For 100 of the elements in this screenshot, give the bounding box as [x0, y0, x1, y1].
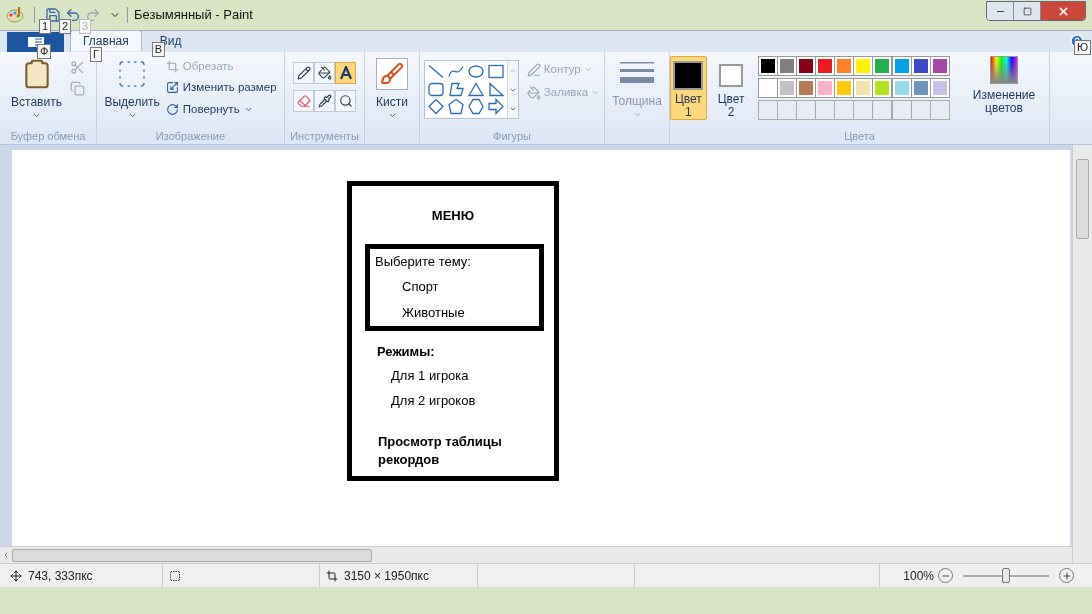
crop-icon	[165, 60, 179, 74]
select-button[interactable]: Выделить	[104, 58, 160, 128]
tool-button[interactable]	[314, 62, 335, 84]
save-icon[interactable]	[45, 7, 61, 23]
topic-option: Спорт	[402, 277, 539, 297]
undo-icon[interactable]	[65, 7, 81, 23]
paste-button[interactable]: Вставить	[11, 58, 62, 128]
palette-swatch[interactable]	[776, 56, 797, 76]
palette-swatch[interactable]	[929, 78, 950, 98]
window-title: Безымянный - Paint	[134, 6, 253, 25]
resize-button[interactable]: Изменить размер	[165, 79, 277, 97]
zoom-slider-thumb[interactable]	[1002, 567, 1010, 583]
keytip: 1	[39, 19, 52, 34]
eraser-icon	[296, 94, 311, 108]
minimize-button[interactable]	[987, 2, 1014, 20]
cursor-position-icon	[10, 569, 22, 582]
shape-icon[interactable]	[466, 80, 485, 98]
ribbon-tab[interactable]: Главная	[70, 30, 142, 51]
mode-option: Для 1 игрока	[391, 366, 554, 386]
pencil-icon	[296, 66, 311, 80]
palette-swatch[interactable]	[929, 56, 950, 76]
bucket-icon	[526, 85, 541, 100]
horizontal-scrollbar-thumb[interactable]	[12, 548, 372, 562]
palette-swatch[interactable]	[853, 56, 874, 76]
shape-icon[interactable]	[446, 63, 465, 80]
palette-swatch[interactable]	[814, 56, 835, 76]
modes-heading: Режимы:	[377, 342, 436, 361]
group-label: Буфер обмена	[10, 128, 86, 144]
keytip: Ю	[1073, 40, 1091, 55]
tool-button[interactable]	[335, 90, 356, 112]
color-slot-button[interactable]: Цвет 1	[670, 56, 707, 120]
pipette-icon	[317, 94, 332, 108]
palette-swatch[interactable]	[910, 56, 931, 76]
spectrum-icon	[990, 56, 1018, 84]
topic-prompt: Выберите тему:	[375, 252, 472, 271]
zoom-level: 100%	[903, 567, 934, 585]
palette-swatch[interactable]	[757, 56, 778, 76]
shape-icon[interactable]	[426, 63, 445, 80]
shape-icon[interactable]	[426, 80, 445, 98]
search-icon	[338, 94, 353, 108]
shape-icon[interactable]	[486, 80, 505, 98]
cursor-position: 743, 333пкс	[28, 567, 93, 585]
palette-swatch[interactable]	[910, 78, 931, 98]
rotate-icon	[165, 102, 179, 116]
palette-swatch[interactable]	[872, 78, 893, 98]
keytip: Ф	[37, 44, 52, 59]
selection-size-icon	[169, 569, 181, 582]
plus-icon	[1061, 570, 1072, 581]
mode-option: Для 2 игроков	[391, 390, 554, 410]
scissors-icon[interactable]	[69, 60, 85, 75]
caret-icon	[387, 111, 397, 120]
palette-swatch[interactable]	[834, 78, 855, 98]
resize-icon	[165, 81, 179, 95]
tool-button[interactable]	[293, 62, 314, 84]
tool-button[interactable]	[314, 90, 335, 112]
vertical-scrollbar-thumb[interactable]	[1076, 159, 1089, 239]
records-text: Просмотр таблицы рекордов	[378, 433, 503, 469]
rotate-button[interactable]: Повернуть	[165, 100, 277, 118]
palette-swatch[interactable]	[853, 78, 874, 98]
palette-swatch[interactable]	[795, 56, 816, 76]
image-size: 3150 × 1950пкс	[344, 567, 429, 585]
palette-swatch[interactable]	[757, 78, 778, 98]
color-slot-button[interactable]: Цвет 2	[712, 56, 750, 120]
caret-icon	[632, 110, 642, 119]
copy-icon[interactable]	[69, 81, 85, 96]
menu-title: МЕНЮ	[431, 207, 475, 225]
shape-icon[interactable]	[466, 63, 485, 80]
image-size-icon	[326, 569, 338, 582]
palette-swatch[interactable]	[776, 78, 797, 98]
pen-icon	[526, 62, 541, 77]
edit-colors-button[interactable]: Изменение цветов	[959, 56, 1049, 115]
shape-icon[interactable]	[486, 63, 505, 80]
close-icon	[1056, 4, 1070, 18]
shape-icon[interactable]	[486, 98, 505, 116]
palette-swatch[interactable]	[891, 78, 912, 98]
shape-icon[interactable]	[446, 98, 465, 116]
keytip: 2	[59, 19, 72, 34]
palette-swatch[interactable]	[814, 78, 835, 98]
bucket-icon	[317, 66, 332, 80]
tool-button[interactable]	[335, 62, 356, 84]
maximize-button[interactable]	[1014, 2, 1041, 20]
group-label: Инструменты	[290, 128, 359, 144]
caret-icon	[127, 111, 137, 120]
topic-option: Животные	[402, 302, 539, 322]
palette-swatch[interactable]	[834, 56, 855, 76]
shape-icon[interactable]	[466, 98, 485, 116]
close-button[interactable]	[1041, 2, 1085, 20]
shape-icon[interactable]	[446, 80, 465, 98]
shape-icon[interactable]	[426, 98, 445, 116]
group-label: Изображение	[155, 128, 226, 144]
group-label: Фигуры	[493, 128, 531, 144]
brush-icon	[380, 62, 404, 86]
scroll-left-icon[interactable]	[2, 551, 10, 559]
keytip: В	[151, 42, 166, 57]
palette-icon[interactable]	[6, 6, 24, 24]
palette-swatch[interactable]	[872, 56, 893, 76]
maximize-icon	[1022, 6, 1032, 16]
palette-swatch[interactable]	[795, 78, 816, 98]
group-label: Цвета	[844, 128, 875, 144]
palette-swatch[interactable]	[891, 56, 912, 76]
